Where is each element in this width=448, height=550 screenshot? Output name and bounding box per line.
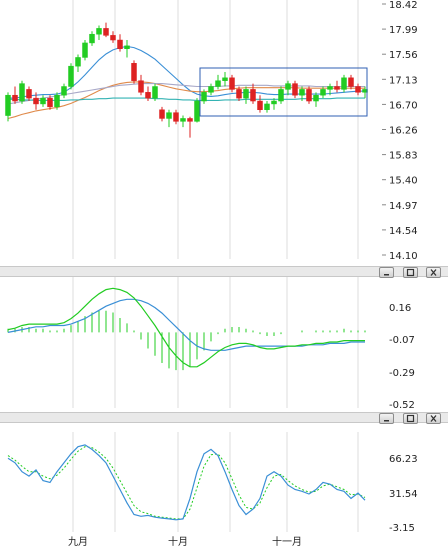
candle-down — [117, 39, 123, 49]
minimize-button[interactable] — [379, 267, 394, 278]
restore-icon — [406, 414, 415, 423]
kd-axis-tick-label: 31.54 — [389, 489, 418, 500]
candle-down — [47, 97, 53, 108]
candle-down — [355, 86, 361, 93]
minimize-icon — [384, 420, 389, 422]
price-axis-tick-label: 14.10 — [389, 251, 418, 262]
candle-down — [250, 89, 256, 102]
candle-up — [271, 100, 277, 105]
candle-down — [26, 89, 32, 99]
candle-up — [61, 86, 67, 96]
candle-up — [82, 42, 88, 58]
x-axis-tick-label: 十月 — [168, 535, 188, 548]
candle-down — [229, 77, 235, 90]
candle-up — [285, 83, 291, 90]
candle-down — [138, 80, 144, 93]
candle-up — [75, 57, 81, 67]
candle-up — [278, 89, 284, 102]
candle-up — [341, 77, 347, 90]
candle-up — [299, 89, 305, 96]
minimize-button[interactable] — [379, 413, 394, 424]
candle-up — [96, 28, 102, 35]
candle-down — [173, 112, 179, 122]
candle-down — [292, 83, 298, 96]
close-icon — [430, 269, 437, 276]
candle-up — [89, 33, 95, 44]
close-button[interactable] — [426, 413, 441, 424]
candle-down — [103, 28, 109, 36]
candle-up — [68, 65, 74, 87]
candle-down — [187, 118, 193, 122]
candle-down — [236, 89, 242, 99]
macd-pane-controls — [379, 267, 445, 278]
restore-icon — [406, 268, 415, 277]
candle-down — [257, 100, 263, 110]
candle-up — [166, 112, 172, 119]
price-axis-tick-label: 15.40 — [389, 176, 418, 187]
restore-button[interactable] — [403, 413, 418, 424]
candle-down — [131, 63, 137, 81]
candle-down — [145, 92, 151, 99]
candle-up — [327, 86, 333, 90]
macd-axis-tick-label: -0.29 — [389, 368, 415, 379]
candle-down — [334, 86, 340, 90]
candle-up — [54, 94, 60, 108]
x-axis-tick-label: 九月 — [68, 536, 88, 548]
kd-pane-header — [0, 412, 448, 424]
kd-pane-controls — [379, 413, 445, 424]
macd-axis-tick-label: 0.16 — [389, 303, 411, 314]
candle-up — [5, 94, 11, 116]
candle-up — [222, 77, 228, 81]
restore-button[interactable] — [403, 267, 418, 278]
candle-up — [264, 103, 270, 110]
candle-down — [110, 35, 116, 41]
minimize-icon — [384, 274, 389, 276]
candle-up — [19, 83, 25, 102]
close-button[interactable] — [426, 267, 441, 278]
candle-down — [33, 97, 39, 105]
macd-axis-tick-label: -0.52 — [389, 400, 415, 411]
candle-up — [208, 86, 214, 93]
price-axis-tick-label: 17.13 — [389, 75, 418, 86]
price-axis-tick-label: 17.99 — [389, 25, 418, 36]
candle-up — [124, 45, 130, 49]
macd-pane-header — [0, 266, 448, 278]
price-axis-tick-label: 15.83 — [389, 151, 418, 162]
x-axis-tick-label: 十一月 — [272, 535, 302, 548]
candle-up — [313, 94, 319, 102]
candle-up — [152, 86, 158, 99]
candle-up — [243, 89, 249, 99]
candle-up — [201, 92, 207, 102]
macd-axis-tick-label: -0.07 — [389, 335, 415, 346]
candle-down — [306, 89, 312, 102]
close-icon — [430, 415, 437, 422]
candle-down — [348, 77, 354, 87]
kd-axis-tick-label: -3.15 — [389, 523, 415, 534]
price-axis-tick-label: 18.42 — [389, 0, 418, 11]
kd-axis-tick-label: 66.23 — [389, 454, 418, 465]
candle-down — [12, 94, 18, 102]
price-axis-tick-label: 14.97 — [389, 201, 418, 212]
candle-up — [180, 118, 186, 122]
price-axis-tick-label: 14.54 — [389, 226, 418, 237]
price-axis-tick-label: 17.56 — [389, 50, 418, 61]
candle-up — [194, 100, 200, 122]
candle-up — [215, 80, 221, 87]
candle-down — [159, 109, 165, 119]
candle-up — [320, 89, 326, 96]
price-axis-tick-label: 16.26 — [389, 126, 418, 137]
candle-up — [40, 97, 46, 105]
price-axis-tick-label: 16.70 — [389, 100, 418, 111]
